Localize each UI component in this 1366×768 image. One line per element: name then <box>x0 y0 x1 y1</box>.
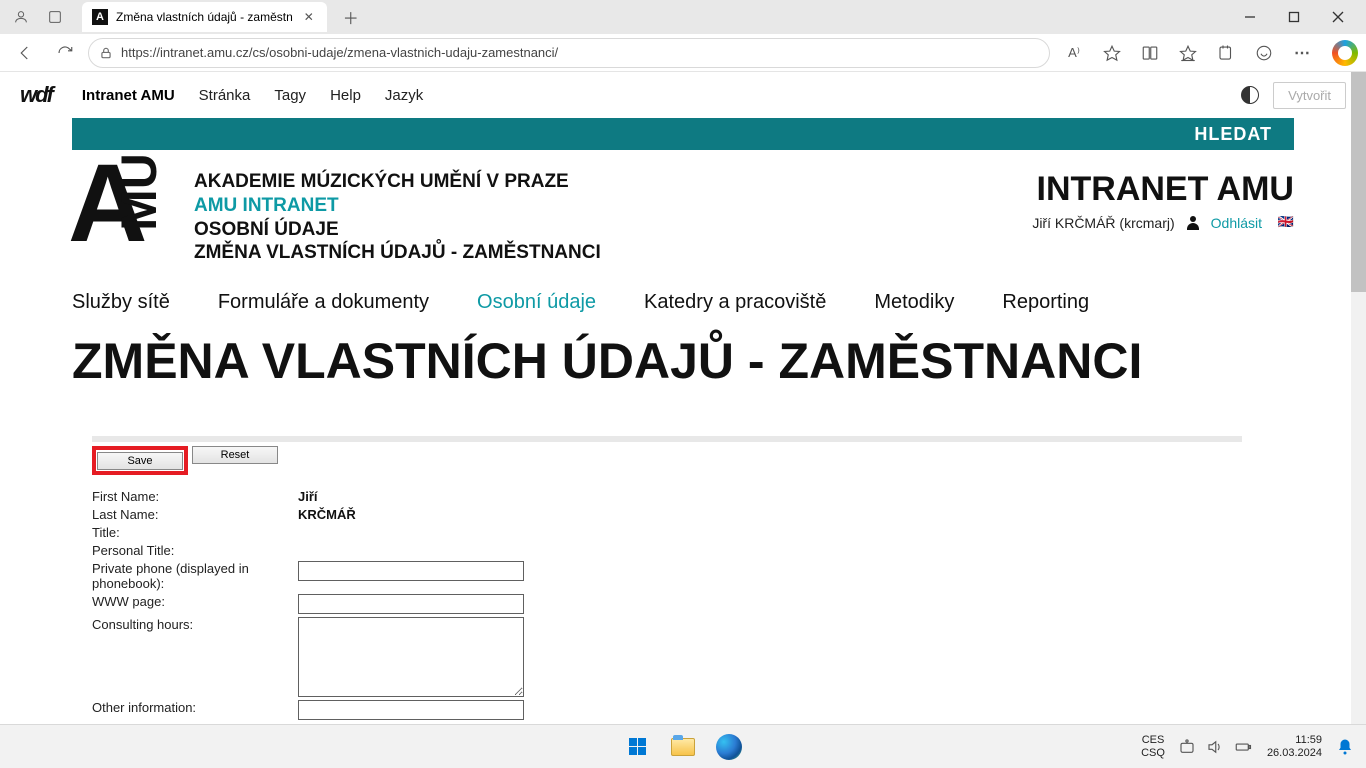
lang2: CSQ <box>1141 747 1165 759</box>
person-icon <box>1187 216 1199 230</box>
page-scrollbar[interactable] <box>1351 72 1366 724</box>
nav-refresh-button[interactable] <box>48 37 82 69</box>
search-label: HLEDAT <box>1194 124 1272 145</box>
performance-button[interactable] <box>1246 37 1282 69</box>
favicon-icon: A <box>92 9 108 25</box>
theme-toggle-button[interactable] <box>1241 86 1259 104</box>
first-name-value: Jiří <box>298 489 318 504</box>
read-aloud-button[interactable]: A⁾ <box>1056 37 1092 69</box>
more-menu-button[interactable]: ⋯ <box>1284 37 1320 69</box>
favorites-menu-button[interactable] <box>1170 37 1206 69</box>
form-divider <box>92 436 1242 442</box>
start-button[interactable] <box>618 728 656 766</box>
nav-osobni-udaje[interactable]: Osobní údaje <box>477 291 596 314</box>
logout-link[interactable]: Odhlásit <box>1211 215 1262 231</box>
edge-icon[interactable] <box>710 728 748 766</box>
window-maximize-button[interactable] <box>1272 1 1316 33</box>
header-line-3[interactable]: OSOBNÍ ÚDAJE <box>194 218 601 242</box>
clock-date: 26.03.2024 <box>1267 747 1322 760</box>
copilot-button[interactable] <box>1332 40 1358 66</box>
scrollbar-thumb[interactable] <box>1351 72 1366 292</box>
sound-tray-icon[interactable] <box>1205 737 1225 757</box>
consulting-input[interactable] <box>298 617 524 697</box>
first-name-label: First Name: <box>92 489 298 504</box>
header-line-4: ZMĚNA VLASTNÍCH ÚDAJŮ - ZAMĚSTNANCI <box>194 241 601 265</box>
accessibility-tray-icon[interactable] <box>1177 737 1197 757</box>
last-name-label: Last Name: <box>92 507 298 522</box>
browser-tab-strip: A Změna vlastních údajů - zaměstn ✕ ＋ <box>0 0 1366 34</box>
window-close-button[interactable] <box>1316 1 1360 33</box>
menu-tagy[interactable]: Tagy <box>274 87 306 104</box>
header-line-1: AKADEMIE MÚZICKÝCH UMĚNÍ V PRAZE <box>194 170 601 194</box>
battery-tray-icon[interactable] <box>1233 737 1253 757</box>
save-button[interactable]: Save <box>97 452 183 470</box>
menu-stranka[interactable]: Stránka <box>199 87 251 104</box>
nav-katedry[interactable]: Katedry a pracoviště <box>644 291 826 314</box>
consulting-label: Consulting hours: <box>92 617 298 632</box>
close-tab-icon[interactable]: ✕ <box>301 9 317 25</box>
nav-sluzby[interactable]: Služby sítě <box>72 291 170 314</box>
title-label: Title: <box>92 525 298 540</box>
private-phone-input[interactable] <box>298 561 524 581</box>
split-screen-button[interactable] <box>1132 37 1168 69</box>
other-info-input[interactable] <box>298 700 524 720</box>
site-title: INTRANET AMU <box>1032 170 1294 209</box>
menu-help[interactable]: Help <box>330 87 361 104</box>
search-bar[interactable]: HLEDAT <box>72 118 1294 150</box>
last-name-value: KRČMÁŘ <box>298 507 356 522</box>
lock-icon <box>99 46 113 60</box>
nav-reporting[interactable]: Reporting <box>1002 291 1089 314</box>
amu-logo-icon: AMU <box>72 170 172 260</box>
www-input[interactable] <box>298 594 524 614</box>
breadcrumb: AKADEMIE MÚZICKÝCH UMĚNÍ V PRAZE AMU INT… <box>194 170 601 265</box>
create-button[interactable]: Vytvořit <box>1273 82 1346 109</box>
menu-jazyk[interactable]: Jazyk <box>385 87 423 104</box>
logged-user: Jiří KRČMÁŘ (krcmarj) <box>1032 215 1174 231</box>
www-label: WWW page: <box>92 594 298 609</box>
collections-button[interactable] <box>1208 37 1244 69</box>
profile-button[interactable] <box>6 2 36 32</box>
tab-actions-button[interactable] <box>40 2 70 32</box>
reset-button[interactable]: Reset <box>192 446 278 464</box>
personal-title-label: Personal Title: <box>92 543 298 558</box>
favorite-button[interactable] <box>1094 37 1130 69</box>
windows-taskbar: CES CSQ 11:59 26.03.2024 <box>0 724 1366 768</box>
browser-tab[interactable]: A Změna vlastních údajů - zaměstn ✕ <box>82 2 327 32</box>
address-bar[interactable]: https://intranet.amu.cz/cs/osobni-udaje/… <box>88 38 1050 68</box>
save-highlight-annotation: Save <box>92 446 188 475</box>
nav-metodiky[interactable]: Metodiky <box>874 291 954 314</box>
window-minimize-button[interactable] <box>1228 1 1272 33</box>
private-phone-label: Private phone (displayed in phonebook): <box>92 561 298 591</box>
page-title: ZMĚNA VLASTNÍCH ÚDAJŮ - ZAMĚSTNANCI <box>72 332 1294 390</box>
new-tab-button[interactable]: ＋ <box>337 3 365 31</box>
cms-app-logo: wdf <box>20 82 52 108</box>
browser-toolbar: https://intranet.amu.cz/cs/osobni-udaje/… <box>0 34 1366 72</box>
language-flag-icon[interactable]: 🇬🇧 <box>1274 216 1294 230</box>
notifications-tray-icon[interactable] <box>1336 738 1354 756</box>
other-info-label: Other information: <box>92 700 298 715</box>
header-line-2[interactable]: AMU INTRANET <box>194 194 601 218</box>
file-explorer-icon[interactable] <box>664 728 702 766</box>
cms-topbar: wdf Intranet AMU Stránka Tagy Help Jazyk… <box>0 72 1366 118</box>
cms-brand[interactable]: Intranet AMU <box>82 87 175 104</box>
main-nav: Služby sítě Formuláře a dokumenty Osobní… <box>72 291 1294 314</box>
language-indicator[interactable]: CES CSQ <box>1141 734 1165 758</box>
nav-back-button[interactable] <box>8 37 42 69</box>
page-content: wdf Intranet AMU Stránka Tagy Help Jazyk… <box>0 72 1366 724</box>
url-text: https://intranet.amu.cz/cs/osobni-udaje/… <box>121 45 558 60</box>
nav-formulare[interactable]: Formuláře a dokumenty <box>218 291 429 314</box>
clock-time: 11:59 <box>1267 734 1322 747</box>
lang1: CES <box>1141 734 1165 746</box>
profile-form: Save Reset First Name: Jiří Last Name: K… <box>92 436 1294 720</box>
taskbar-clock[interactable]: 11:59 26.03.2024 <box>1267 734 1322 759</box>
tab-title: Změna vlastních údajů - zaměstn <box>116 10 293 24</box>
